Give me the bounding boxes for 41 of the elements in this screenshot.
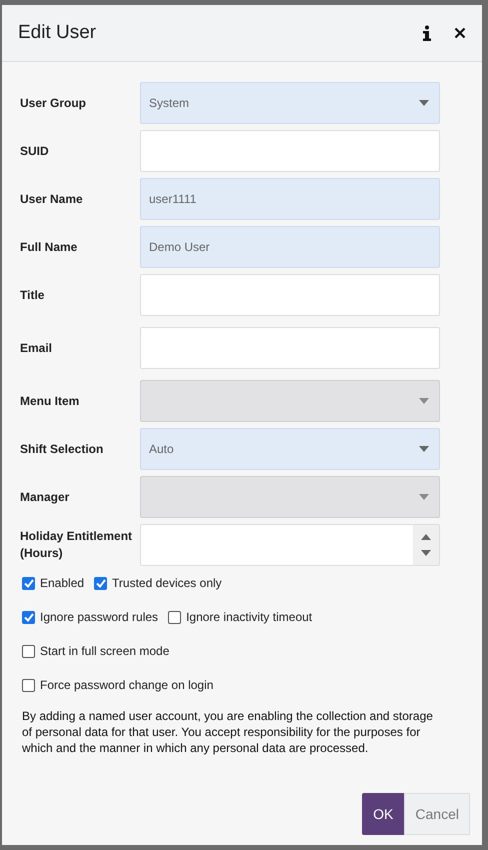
spinner-arrows-icon[interactable] [421, 533, 431, 557]
checkbox[interactable] [94, 576, 108, 590]
field-label: User Name [20, 190, 84, 208]
info-icon[interactable] [422, 25, 432, 41]
field-label: Email [20, 340, 54, 356]
field-label: Holiday Entitlement (Hours) [20, 528, 134, 562]
checkbox-label: Trusted devices only [112, 576, 222, 590]
field-label: Title [20, 286, 46, 304]
dropdown-field[interactable]: Auto [140, 428, 440, 470]
checkbox[interactable] [22, 610, 35, 624]
caret-icon [419, 398, 429, 404]
caret-icon [419, 494, 429, 500]
input-field[interactable] [140, 274, 440, 316]
checkbox-label: Start in full screen mode [40, 644, 170, 658]
checkbox[interactable] [22, 576, 35, 590]
field-label: SUID [20, 142, 50, 160]
privacy-notice: By adding a named user account, you are enabling the collection and storage of personal data for that user. You accept responsibility for the purposes for which and the manner in which any personal data are processed. [22, 708, 434, 756]
checkbox-label: Ignore password rules [40, 610, 158, 624]
checkbox[interactable] [168, 610, 182, 624]
checkbox-label: Ignore inactivity timeout [186, 610, 312, 624]
ok-button[interactable]: OK [362, 793, 404, 835]
dialog-title: Edit User [18, 22, 98, 44]
number-field[interactable] [140, 524, 440, 566]
cancel-button[interactable]: Cancel [404, 793, 470, 835]
caret-icon [419, 446, 429, 452]
checkbox-label: Enabled [40, 576, 84, 590]
checkbox[interactable] [22, 678, 35, 692]
input-field[interactable]: Demo User [140, 226, 440, 268]
input-field[interactable] [140, 130, 440, 172]
dropdown-field[interactable]: System [140, 82, 440, 124]
input-field[interactable]: user1111 [140, 178, 440, 220]
field-label: Manager [20, 488, 70, 506]
input-field[interactable] [140, 327, 440, 369]
field-label: Menu Item [20, 392, 80, 410]
field-label: Shift Selection [20, 440, 104, 458]
checkbox-label: Force password change on login [40, 678, 214, 692]
field-label: Full Name [20, 238, 78, 256]
close-icon[interactable] [454, 27, 466, 39]
checkbox[interactable] [22, 644, 35, 658]
caret-icon [419, 100, 429, 106]
field-label: User Group [20, 94, 88, 112]
